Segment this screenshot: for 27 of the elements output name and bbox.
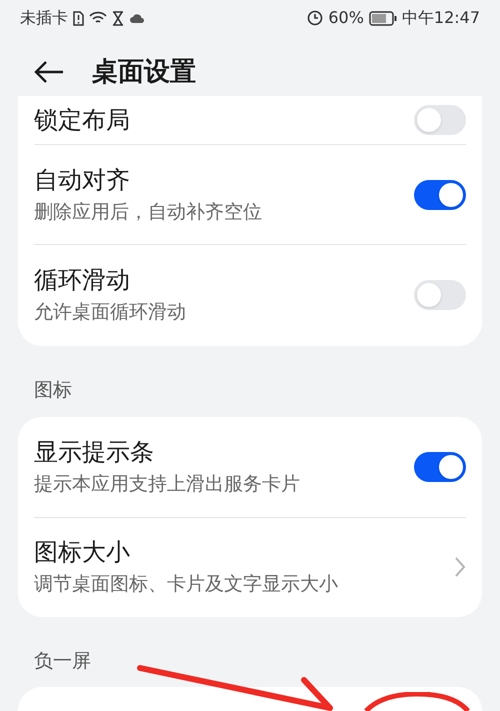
setting-title: 锁定布局 (34, 105, 130, 135)
battery-percent: 60% (328, 7, 364, 29)
toggle-switch[interactable] (414, 280, 466, 310)
setting-title: 显示提示条 (34, 436, 155, 467)
wifi-icon (89, 11, 107, 25)
setting-description: 调节桌面图标、卡片及文字显示大小 (34, 573, 338, 597)
sim-alert-icon (73, 10, 84, 26)
setting-title: 图标大小 (34, 537, 131, 568)
clock-time: 中午12:47 (402, 7, 480, 29)
setting-title: 循环滑动 (34, 264, 131, 295)
battery-icon (368, 10, 397, 26)
section-header: 负一屏 (34, 648, 91, 674)
setting-description: 允许桌面循环滑动 (34, 300, 186, 324)
clock-icon (307, 10, 324, 26)
carrier-text: 未插卡 (20, 7, 68, 29)
setting-description: 删除应用后，自动补齐空位 (34, 200, 262, 224)
setting-title: 自动对齐 (34, 164, 131, 195)
toggle-switch[interactable] (414, 105, 466, 135)
cloud-icon (129, 12, 145, 24)
toggle-switch[interactable] (414, 180, 466, 210)
toggle-switch[interactable] (414, 452, 466, 482)
page-title: 桌面设置 (92, 56, 196, 88)
setting-description: 提示本应用支持上滑出服务卡片 (34, 472, 300, 496)
hourglass-icon (112, 10, 124, 26)
back-arrow-icon[interactable] (34, 60, 64, 84)
chevron-right-icon (454, 556, 466, 578)
section-header: 图标 (34, 378, 72, 403)
